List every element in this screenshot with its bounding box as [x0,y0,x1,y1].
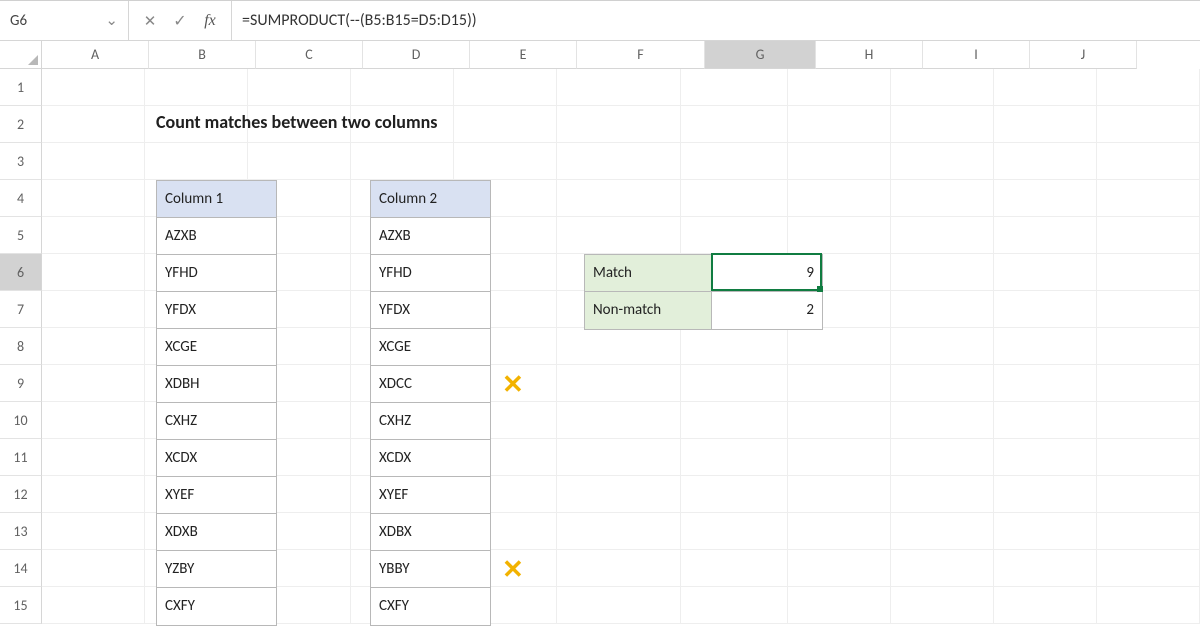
page-title: Count matches between two columns [156,111,437,133]
cells-area[interactable]: Count matches between two columns Column… [42,69,1200,630]
table-cell[interactable]: CXHZ [371,403,490,440]
name-box-input[interactable] [10,12,99,30]
formula-bar: ⌄ ✕ ✓ fx =SUMPRODUCT(--(B5:B15=D5:D15)) [0,1,1200,41]
table-cell[interactable]: AZXB [157,218,276,255]
table-row: Match 9 [585,255,822,292]
col-header-F[interactable]: F [577,41,705,69]
row-header-10[interactable]: 10 [0,402,42,439]
table-cell[interactable]: YFDX [371,292,490,329]
col-header-B[interactable]: B [149,41,256,69]
table-cell[interactable]: YFHD [371,255,490,292]
nonmatch-value: 2 [712,292,822,329]
col-header-I[interactable]: I [923,41,1030,69]
row-header-2[interactable]: 2 [0,106,42,143]
col-header-H[interactable]: H [816,41,923,69]
row-header-14[interactable]: 14 [0,550,42,587]
name-box[interactable]: ⌄ [0,1,129,40]
row-header-5[interactable]: 5 [0,217,42,254]
table-cell[interactable]: XYEF [371,477,490,514]
table-cell[interactable]: CXFY [371,588,490,625]
row-header-9[interactable]: 9 [0,365,42,402]
table-cell[interactable]: XYEF [157,477,276,514]
mismatch-icon: ✕ [502,369,524,400]
nonmatch-label: Non-match [585,292,712,329]
formula-input[interactable]: =SUMPRODUCT(--(B5:B15=D5:D15)) [232,1,1200,40]
row-header-8[interactable]: 8 [0,328,42,365]
row-header-3[interactable]: 3 [0,143,42,180]
table-cell[interactable]: XDXB [157,514,276,551]
name-box-dropdown-icon[interactable]: ⌄ [99,11,118,30]
table-cell[interactable]: CXFY [157,588,276,625]
row-header-11[interactable]: 11 [0,439,42,476]
match-label: Match [585,255,712,291]
row-header-13[interactable]: 13 [0,513,42,550]
table-cell[interactable]: XCDX [371,440,490,477]
table-cell[interactable]: YZBY [157,551,276,588]
col-header-A[interactable]: A [42,41,149,69]
col-header-D[interactable]: D [363,41,470,69]
col-header-E[interactable]: E [470,41,577,69]
row-header-4[interactable]: 4 [0,180,42,217]
row-headers: 123456789101112131415 [0,69,42,630]
row-header-15[interactable]: 15 [0,587,42,624]
row-header-6[interactable]: 6 [0,254,42,291]
table-column-2: Column 2 AZXBYFHDYFDXXCGEXDCCCXHZXCDXXYE… [370,180,491,626]
table-cell[interactable]: XCGE [371,329,490,366]
mismatch-icon: ✕ [502,554,524,585]
formula-bar-buttons: ✕ ✓ fx [129,1,232,40]
row-header-12[interactable]: 12 [0,476,42,513]
row-header-1[interactable]: 1 [0,69,42,106]
excel-window: ⌄ ✕ ✓ fx =SUMPRODUCT(--(B5:B15=D5:D15)) … [0,0,1200,630]
table-column-1: Column 1 AZXBYFHDYFDXXCGEXDBHCXHZXCDXXYE… [156,180,277,626]
column-headers: ABCDEFGHIJ [42,41,1137,69]
table-cell[interactable]: XCGE [157,329,276,366]
col-header-J[interactable]: J [1030,41,1137,69]
table-cell[interactable]: YFHD [157,255,276,292]
match-value: 9 [712,255,822,291]
results-table: Match 9 Non-match 2 [584,254,823,330]
table-cell[interactable]: XDBX [371,514,490,551]
table-row: Non-match 2 [585,292,822,329]
table-cell[interactable]: XCDX [157,440,276,477]
table-cell[interactable]: XDBH [157,366,276,403]
table-cell[interactable]: CXHZ [157,403,276,440]
grid: ABCDEFGHIJ 123456789101112131415 Count m… [0,41,1200,630]
select-all-corner[interactable] [0,41,42,69]
col-header-C[interactable]: C [256,41,363,69]
table-header: Column 2 [371,181,490,218]
table-header: Column 1 [157,181,276,218]
enter-icon[interactable]: ✓ [169,11,191,31]
table-cell[interactable]: XDCC [371,366,490,403]
col-header-G[interactable]: G [705,41,816,69]
table-cell[interactable]: YFDX [157,292,276,329]
cancel-icon[interactable]: ✕ [139,12,161,30]
row-header-7[interactable]: 7 [0,291,42,328]
table-cell[interactable]: AZXB [371,218,490,255]
table-cell[interactable]: YBBY [371,551,490,588]
fx-icon[interactable]: fx [199,12,221,30]
